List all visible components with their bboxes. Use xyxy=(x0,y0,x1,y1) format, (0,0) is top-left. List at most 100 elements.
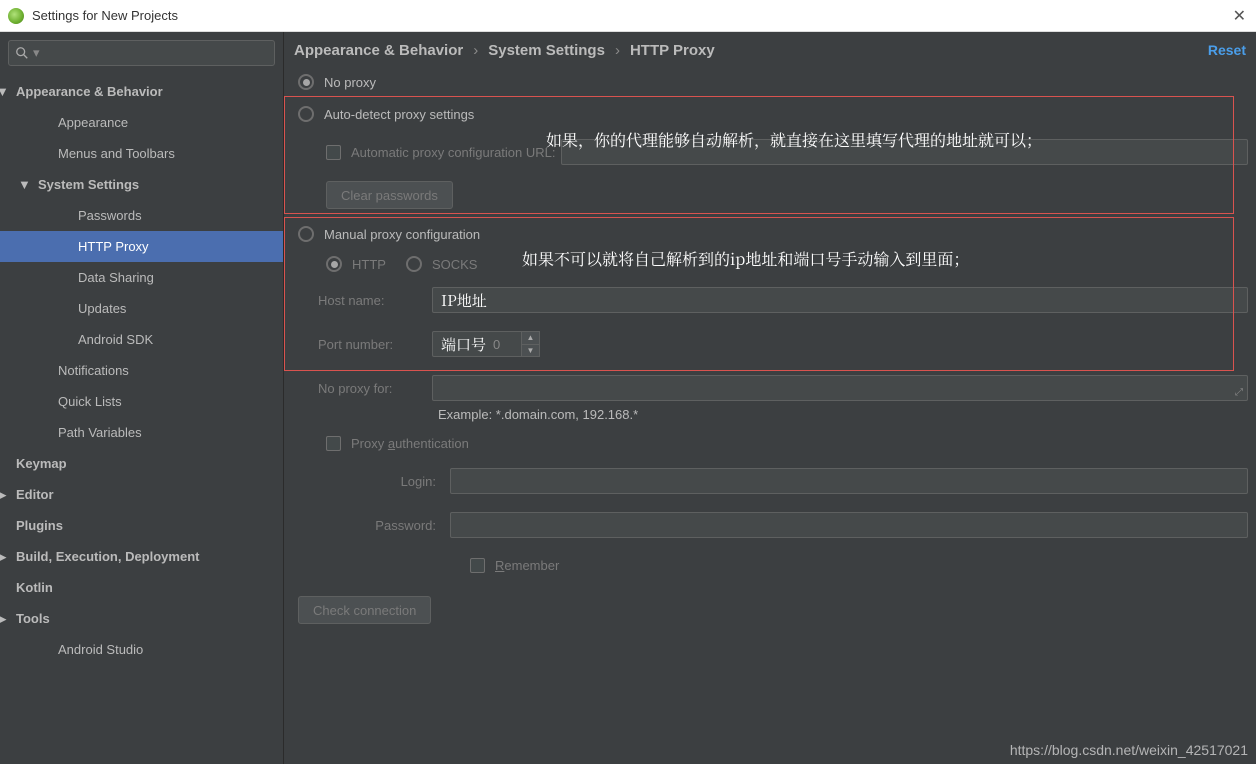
host-label: Host name: xyxy=(318,293,418,308)
main-content: Appearance & Behavior › System Settings … xyxy=(284,32,1256,764)
proxy-auth-label: Proxy authentication xyxy=(351,436,469,451)
sidebar: ▾ ▼ Appearance & Behavior Appearance Menus … xyxy=(0,32,284,764)
host-input[interactable]: IP地址 xyxy=(432,287,1248,313)
sidebar-item-keymap[interactable]: Keymap xyxy=(0,448,283,479)
auto-url-input[interactable] xyxy=(561,139,1248,165)
expand-icon[interactable]: ⤢ xyxy=(1235,387,1243,398)
sidebar-item-passwords[interactable]: Passwords xyxy=(0,200,283,231)
chevron-right-icon: ▶ xyxy=(0,549,10,565)
search-input[interactable]: ▾ xyxy=(8,40,275,66)
step-up-icon[interactable]: ▲ xyxy=(522,332,539,345)
manual-label: Manual proxy configuration xyxy=(324,227,480,242)
watermark: https://blog.csdn.net/weixin_42517021 xyxy=(1010,742,1248,758)
login-input[interactable] xyxy=(450,468,1248,494)
sidebar-item-label: Editor xyxy=(16,487,54,502)
remember-row[interactable]: Remember xyxy=(470,550,1248,580)
port-stepper[interactable]: 端口号 0 ▲ ▼ xyxy=(426,331,540,357)
sidebar-item-label: Updates xyxy=(78,301,126,316)
breadcrumb-a[interactable]: Appearance & Behavior xyxy=(294,42,463,59)
radio-icon xyxy=(326,256,342,272)
remember-label: Remember xyxy=(495,558,559,573)
sidebar-item-plugins[interactable]: Plugins xyxy=(0,510,283,541)
chevron-right-icon: ▶ xyxy=(0,611,10,627)
sidebar-item-label: Kotlin xyxy=(16,580,53,595)
sidebar-item-kotlin[interactable]: Kotlin xyxy=(0,572,283,603)
checkbox-icon xyxy=(470,558,485,573)
chevron-right-icon: › xyxy=(615,42,620,59)
sidebar-item-build-execution-deployment[interactable]: ▶ Build, Execution, Deployment xyxy=(0,541,283,572)
sidebar-item-label: Data Sharing xyxy=(78,270,154,285)
search-icon xyxy=(15,46,29,60)
radio-auto-detect[interactable]: Auto-detect proxy settings xyxy=(298,99,1248,129)
step-down-icon[interactable]: ▼ xyxy=(522,345,539,357)
login-label: Login: xyxy=(326,474,436,489)
sidebar-item-label: Appearance & Behavior xyxy=(16,84,163,99)
sidebar-item-label: Notifications xyxy=(58,363,129,378)
port-input[interactable]: 端口号 0 xyxy=(432,331,522,357)
sidebar-item-label: System Settings xyxy=(38,177,139,192)
sidebar-item-path-variables[interactable]: Path Variables xyxy=(0,417,283,448)
no-proxy-for-input[interactable]: ⤢ xyxy=(432,375,1248,401)
sidebar-item-tools[interactable]: ▶ Tools xyxy=(0,603,283,634)
sidebar-item-appearance-behavior[interactable]: ▼ Appearance & Behavior xyxy=(0,76,283,107)
sidebar-item-label: HTTP Proxy xyxy=(78,239,149,254)
sidebar-item-label: Path Variables xyxy=(58,425,142,440)
titlebar: Settings for New Projects ✕ xyxy=(0,0,1256,32)
checkbox-icon xyxy=(326,436,341,451)
radio-manual[interactable]: Manual proxy configuration xyxy=(298,219,1248,249)
password-input[interactable] xyxy=(450,512,1248,538)
sidebar-item-updates[interactable]: Updates xyxy=(0,293,283,324)
auto-url-label: Automatic proxy configuration URL: xyxy=(351,145,555,160)
sidebar-item-label: Build, Execution, Deployment xyxy=(16,549,199,564)
window-title: Settings for New Projects xyxy=(32,8,178,23)
checkbox-icon[interactable] xyxy=(326,145,341,160)
sidebar-item-label: Android Studio xyxy=(58,642,143,657)
radio-icon xyxy=(298,106,314,122)
check-connection-button[interactable]: Check connection xyxy=(298,596,431,624)
sidebar-item-label: Plugins xyxy=(16,518,63,533)
stepper-buttons[interactable]: ▲ ▼ xyxy=(522,331,540,357)
reset-link[interactable]: Reset xyxy=(1208,42,1246,58)
clear-passwords-button[interactable]: Clear passwords xyxy=(326,181,453,209)
radio-icon xyxy=(298,226,314,242)
chevron-down-icon: ▼ xyxy=(18,177,32,192)
radio-http[interactable]: HTTP xyxy=(326,256,386,272)
sidebar-item-quick-lists[interactable]: Quick Lists xyxy=(0,386,283,417)
proxy-auth-row[interactable]: Proxy authentication xyxy=(326,428,1248,458)
sidebar-item-appearance[interactable]: Appearance xyxy=(0,107,283,138)
breadcrumb: Appearance & Behavior › System Settings … xyxy=(294,42,1248,59)
app-icon xyxy=(8,8,24,24)
password-label: Password: xyxy=(326,518,436,533)
chevron-right-icon: › xyxy=(473,42,478,59)
sidebar-item-menus-and-toolbars[interactable]: Menus and Toolbars xyxy=(0,138,283,169)
no-proxy-label: No proxy xyxy=(324,75,376,90)
chevron-down-icon: ▼ xyxy=(0,84,10,99)
sidebar-item-data-sharing[interactable]: Data Sharing xyxy=(0,262,283,293)
radio-socks[interactable]: SOCKS xyxy=(406,256,478,272)
sidebar-item-android-studio[interactable]: Android Studio xyxy=(0,634,283,665)
sidebar-item-label: Tools xyxy=(16,611,50,626)
breadcrumb-c: HTTP Proxy xyxy=(630,42,715,59)
chevron-right-icon: ▶ xyxy=(0,487,10,503)
sidebar-item-label: Menus and Toolbars xyxy=(58,146,175,161)
no-proxy-for-label: No proxy for: xyxy=(318,381,418,396)
breadcrumb-b[interactable]: System Settings xyxy=(488,42,605,59)
sidebar-item-label: Quick Lists xyxy=(58,394,122,409)
close-icon[interactable]: ✕ xyxy=(1233,6,1246,26)
sidebar-item-system-settings[interactable]: ▼ System Settings xyxy=(0,169,283,200)
example-text: Example: *.domain.com, 192.168.* xyxy=(438,407,1248,422)
sidebar-item-label: Keymap xyxy=(16,456,67,471)
radio-no-proxy[interactable]: No proxy xyxy=(298,67,1248,97)
radio-icon xyxy=(298,74,314,90)
sidebar-item-http-proxy[interactable]: HTTP Proxy xyxy=(0,231,283,262)
socks-label: SOCKS xyxy=(432,257,478,272)
sidebar-item-editor[interactable]: ▶ Editor xyxy=(0,479,283,510)
sidebar-item-android-sdk[interactable]: Android SDK xyxy=(0,324,283,355)
sidebar-item-label: Appearance xyxy=(58,115,128,130)
auto-url-row: Automatic proxy configuration URL: xyxy=(326,137,1248,167)
http-label: HTTP xyxy=(352,257,386,272)
settings-tree: ▼ Appearance & Behavior Appearance Menus an… xyxy=(0,70,283,665)
sidebar-item-label: Android SDK xyxy=(78,332,153,347)
auto-detect-label: Auto-detect proxy settings xyxy=(324,107,474,122)
sidebar-item-notifications[interactable]: Notifications xyxy=(0,355,283,386)
